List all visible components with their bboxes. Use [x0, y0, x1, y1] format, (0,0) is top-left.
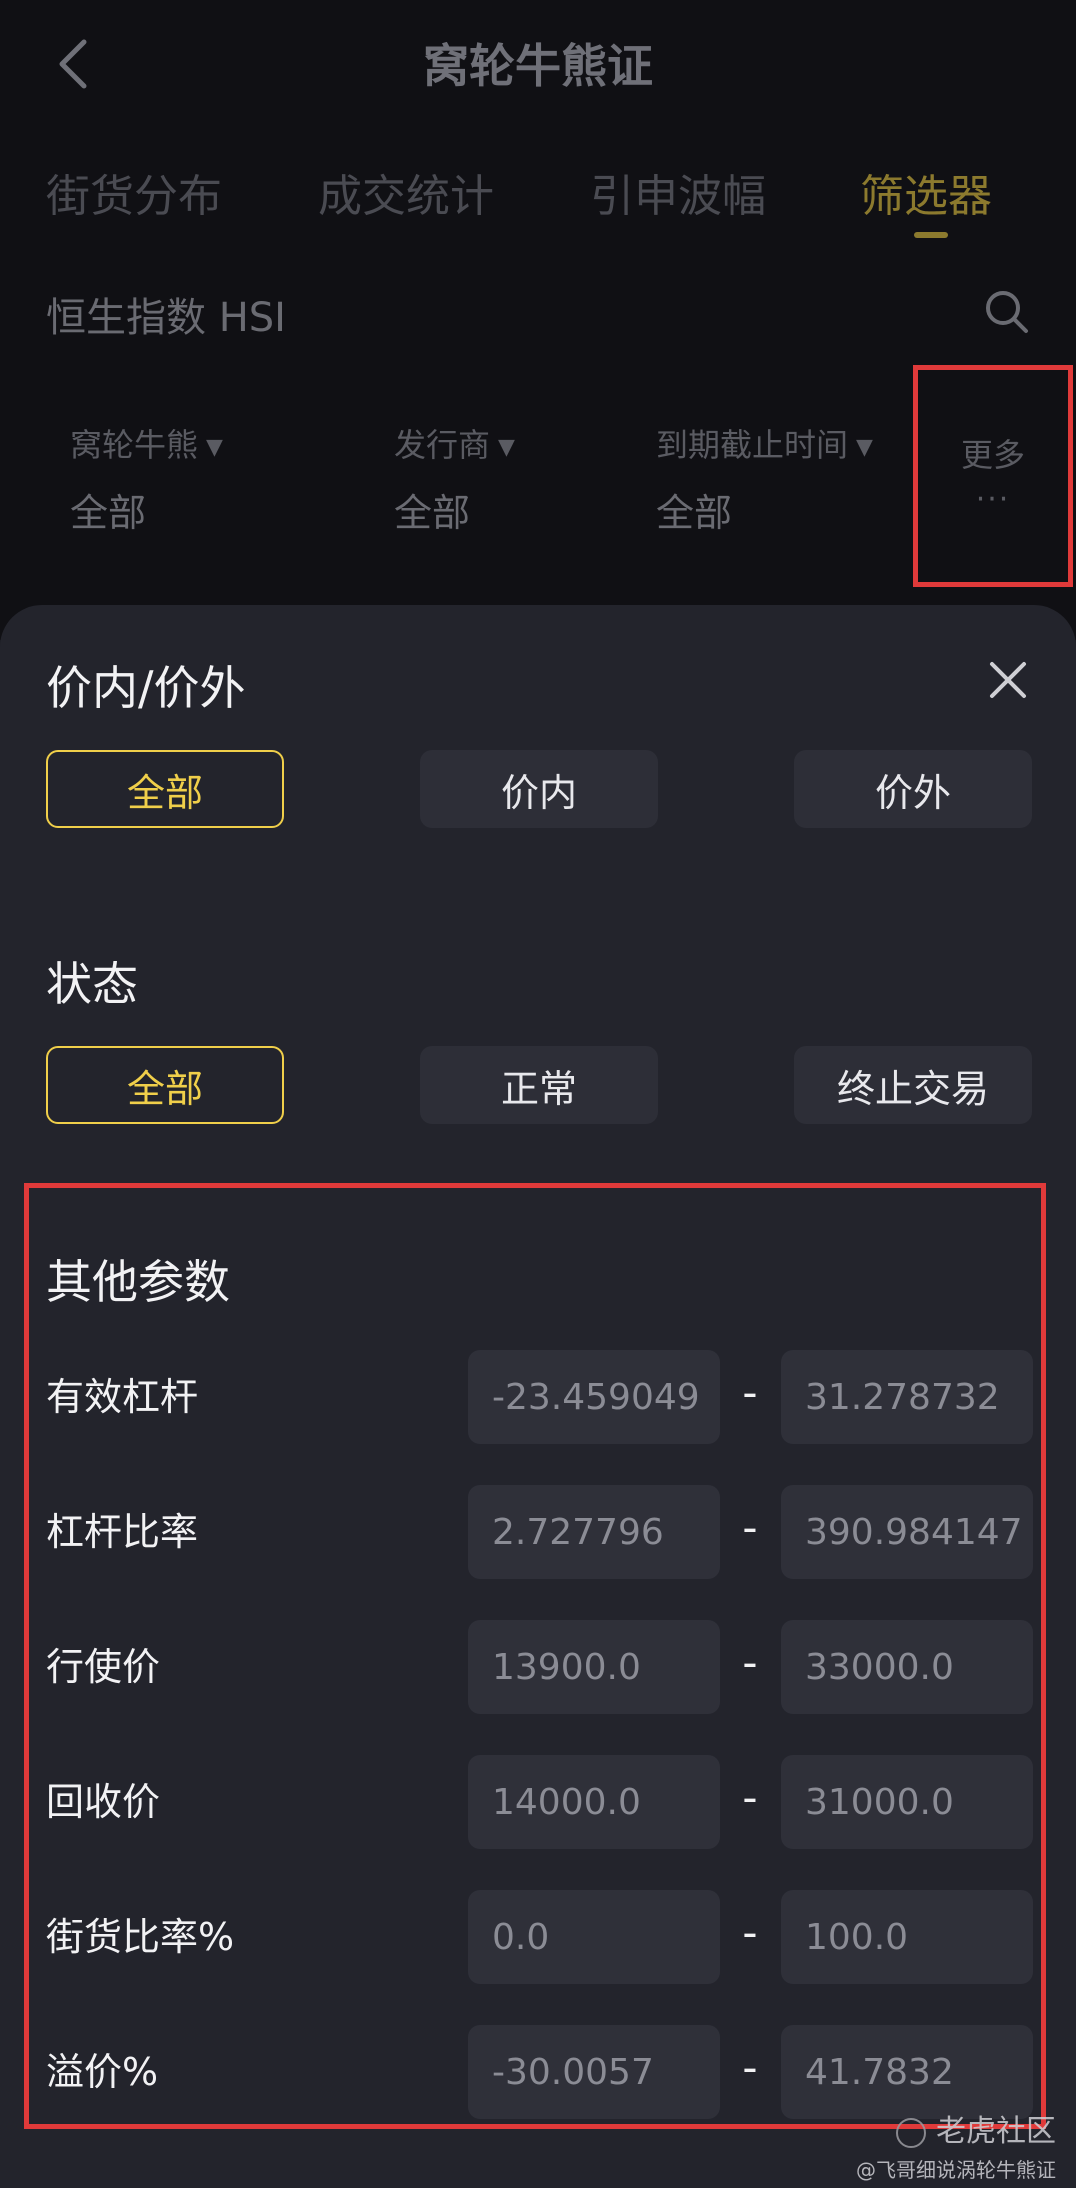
filter-label: 发行商 [394, 426, 491, 464]
param-label: 杠杆比率 [46, 1510, 199, 1554]
more-filters-button[interactable]: 更多 ··· [913, 365, 1073, 587]
tab-street-distribution[interactable]: 街货分布 [46, 160, 222, 224]
moneyness-title: 价内/价外 [46, 661, 246, 715]
range-dash: - [742, 1503, 758, 1552]
filter-expiry[interactable]: 到期截止时间 ▼ 全部 [656, 420, 873, 537]
moneyness-option-in-the-money[interactable]: 价内 [420, 750, 658, 828]
tab-implied-volatility[interactable]: 引申波幅 [590, 160, 766, 224]
filter-warrant-type[interactable]: 窝轮牛熊 ▼ 全部 [70, 420, 223, 537]
param-max-input[interactable] [781, 1350, 1033, 1444]
search-icon[interactable] [982, 287, 1030, 335]
tiger-logo-icon [896, 2117, 926, 2148]
watermark: 老虎社区 @飞哥细说涡轮牛熊证 [856, 2106, 1056, 2183]
range-dash: - [742, 2043, 758, 2092]
range-dash: - [742, 1773, 758, 1822]
status-title: 状态 [46, 957, 138, 1011]
param-row-premium: 溢价% - [0, 2025, 1076, 2119]
page-title: 窝轮牛熊证 [423, 39, 653, 93]
param-max-input[interactable] [781, 1620, 1033, 1714]
range-dash: - [742, 1368, 758, 1417]
caret-down-icon: ▼ [206, 434, 223, 460]
param-row-gearing: 杠杆比率 - [0, 1485, 1076, 1579]
watermark-brand: 老虎社区 [936, 2114, 1056, 2149]
moneyness-option-all[interactable]: 全部 [46, 750, 284, 828]
status-option-all[interactable]: 全部 [46, 1046, 284, 1124]
other-params-title: 其他参数 [46, 1255, 230, 1309]
param-max-input[interactable] [781, 1890, 1033, 1984]
filter-value: 全部 [394, 491, 471, 535]
param-row-call-price: 回收价 - [0, 1755, 1076, 1849]
param-min-input[interactable] [468, 2025, 720, 2119]
close-icon[interactable] [986, 658, 1030, 702]
caret-down-icon: ▼ [498, 434, 515, 460]
param-max-input[interactable] [781, 1485, 1033, 1579]
underlying-name: 恒生指数 HSI [46, 295, 286, 341]
param-max-input[interactable] [781, 1755, 1033, 1849]
param-min-input[interactable] [468, 1620, 720, 1714]
param-max-input[interactable] [781, 2025, 1033, 2119]
param-row-effective-leverage: 有效杠杆 - [0, 1350, 1076, 1444]
filter-value: 全部 [70, 491, 147, 535]
param-min-input[interactable] [468, 1485, 720, 1579]
filter-issuer[interactable]: 发行商 ▼ 全部 [394, 420, 515, 537]
param-row-strike-price: 行使价 - [0, 1620, 1076, 1714]
param-min-input[interactable] [468, 1755, 720, 1849]
more-label: 更多 [960, 436, 1025, 474]
param-min-input[interactable] [468, 1890, 720, 1984]
range-dash: - [742, 1638, 758, 1687]
param-label: 回收价 [46, 1780, 161, 1824]
param-label: 溢价% [46, 2050, 159, 2094]
tab-volume-stats[interactable]: 成交统计 [318, 160, 494, 224]
caret-down-icon: ▼ [856, 434, 873, 460]
param-label: 行使价 [46, 1645, 161, 1689]
active-tab-indicator [914, 232, 948, 238]
param-min-input[interactable] [468, 1350, 720, 1444]
status-option-suspended[interactable]: 终止交易 [794, 1046, 1032, 1124]
watermark-author: @飞哥细说涡轮牛熊证 [856, 2158, 1056, 2182]
filter-label: 窝轮牛熊 [70, 426, 199, 464]
underlying-search[interactable]: 恒生指数 HSI [46, 285, 1030, 345]
param-label: 有效杠杆 [46, 1375, 199, 1419]
tab-bar: 街货分布 成交统计 引申波幅 筛选器 [0, 160, 1076, 240]
background-page: 窝轮牛熊证 街货分布 成交统计 引申波幅 筛选器 恒生指数 HSI 窝轮牛熊 ▼ … [0, 0, 1076, 640]
more-dots-icon: ··· [975, 482, 1011, 517]
status-option-normal[interactable]: 正常 [420, 1046, 658, 1124]
filter-value: 全部 [656, 491, 733, 535]
range-dash: - [742, 1908, 758, 1957]
tab-screener[interactable]: 筛选器 [860, 160, 992, 224]
param-label: 街货比率% [46, 1915, 235, 1959]
filter-label: 到期截止时间 [656, 426, 849, 464]
moneyness-option-out-of-the-money[interactable]: 价外 [794, 750, 1032, 828]
param-row-outstanding-ratio: 街货比率% - [0, 1890, 1076, 1984]
